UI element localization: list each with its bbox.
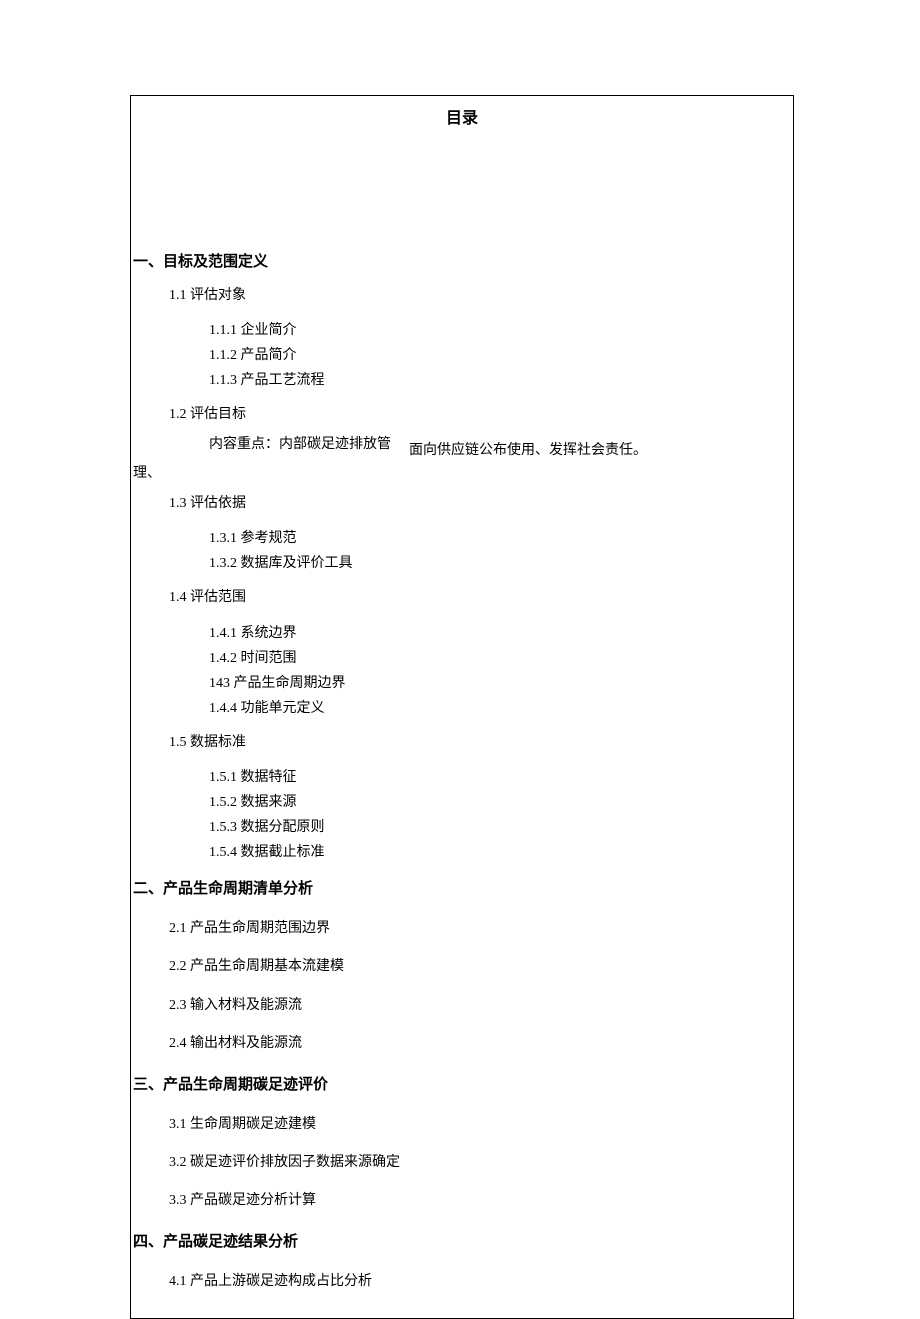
section-heading: 三、产品生命周期碳足迹评价: [131, 1067, 793, 1103]
toc-subentry: 1.5.1 数据特征: [131, 765, 793, 790]
toc-entry: 4.1 产品上游碳足迹构成占比分析: [131, 1266, 793, 1298]
note-right: 面向供应链公布使用、发挥社会责任。: [391, 432, 647, 463]
note-left: 内容重点：内部碳足迹排放管: [209, 432, 391, 457]
toc-subentry: 1.5.4 数据截止标准: [131, 840, 793, 865]
toc-subentry: 1.1.1 企业简介: [131, 318, 793, 343]
toc-subentry: 1.1.3 产品工艺流程: [131, 368, 793, 393]
toc-entry: 3.2 碳足迹评价排放因子数据来源确定: [131, 1147, 793, 1179]
toc-entry: 2.1 产品生命周期范围边界: [131, 913, 793, 945]
note-suffix: 理、: [131, 463, 793, 488]
toc-subentry: 1.4.4 功能单元定义: [131, 696, 793, 721]
note-row: 内容重点：内部碳足迹排放管 面向供应链公布使用、发挥社会责任。: [131, 432, 793, 463]
page-border: 目录 一、目标及范围定义 1.1 评估对象 1.1.1 企业简介 1.1.2 产…: [130, 95, 794, 1319]
toc-entry: 1.5 数据标准: [131, 727, 793, 759]
toc-entry: 1.3 评估依据: [131, 488, 793, 520]
toc-content: 一、目标及范围定义 1.1 评估对象 1.1.1 企业简介 1.1.2 产品简介…: [131, 134, 793, 1318]
toc-subentry: 1.3.1 参考规范: [131, 526, 793, 551]
toc-entry: 2.2 产品生命周期基本流建模: [131, 951, 793, 983]
toc-entry: 3.1 生命周期碳足迹建模: [131, 1109, 793, 1141]
toc-subentry: 1.4.1 系统边界: [131, 621, 793, 646]
toc-subentry: 1.1.2 产品简介: [131, 343, 793, 368]
toc-entry: 1.1 评估对象: [131, 280, 793, 312]
toc-entry: 2.4 输出材料及能源流: [131, 1028, 793, 1060]
toc-subentry: 1.5.2 数据来源: [131, 790, 793, 815]
toc-entry: 1.2 评估目标: [131, 399, 793, 431]
toc-entry: 3.3 产品碳足迹分析计算: [131, 1185, 793, 1217]
toc-title: 目录: [131, 96, 793, 134]
section-heading: 四、产品碳足迹结果分析: [131, 1224, 793, 1260]
toc-subentry: 1.5.3 数据分配原则: [131, 815, 793, 840]
toc-subentry: 1.4.2 时间范围: [131, 646, 793, 671]
toc-subentry: 1.3.2 数据库及评价工具: [131, 551, 793, 576]
section-heading: 二、产品生命周期清单分析: [131, 871, 793, 907]
toc-entry: 2.3 输入材料及能源流: [131, 990, 793, 1022]
section-heading: 一、目标及范围定义: [131, 244, 793, 280]
toc-subentry: 143 产品生命周期边界: [131, 671, 793, 696]
toc-entry: 1.4 评估范围: [131, 582, 793, 614]
